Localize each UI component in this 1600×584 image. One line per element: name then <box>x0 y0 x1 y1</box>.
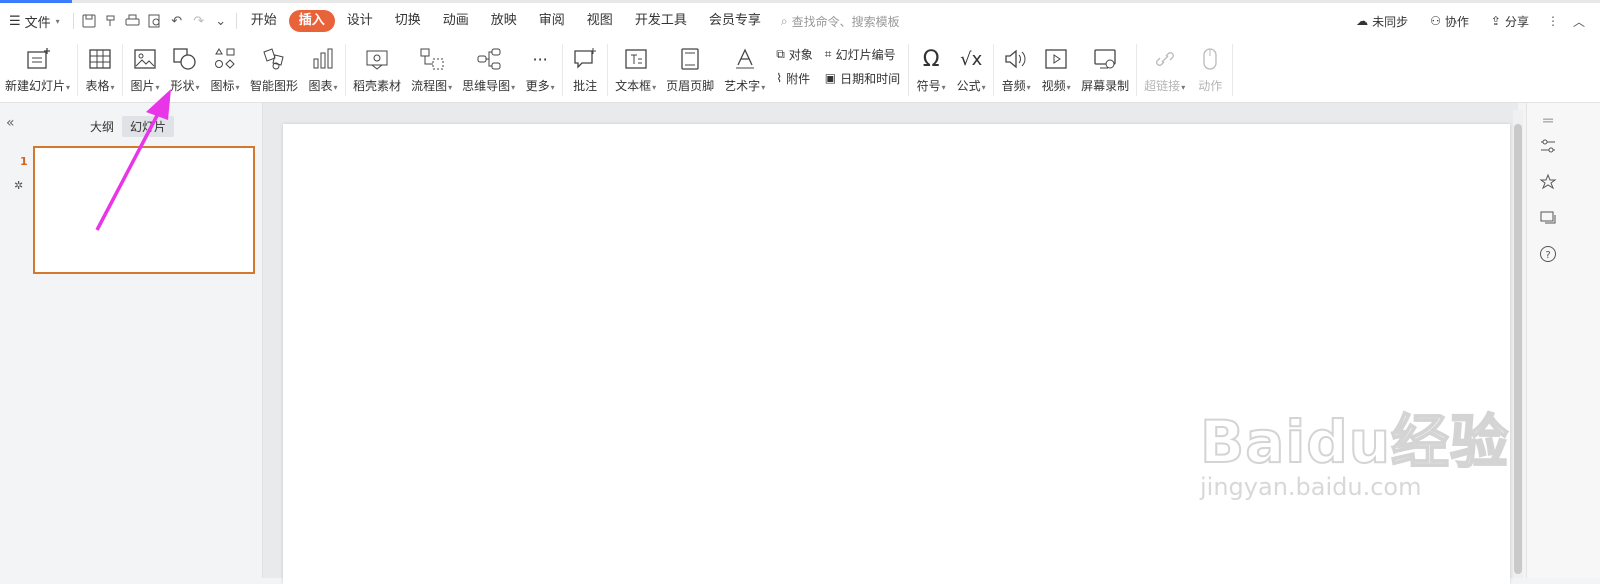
annotation-arrow <box>95 89 171 231</box>
